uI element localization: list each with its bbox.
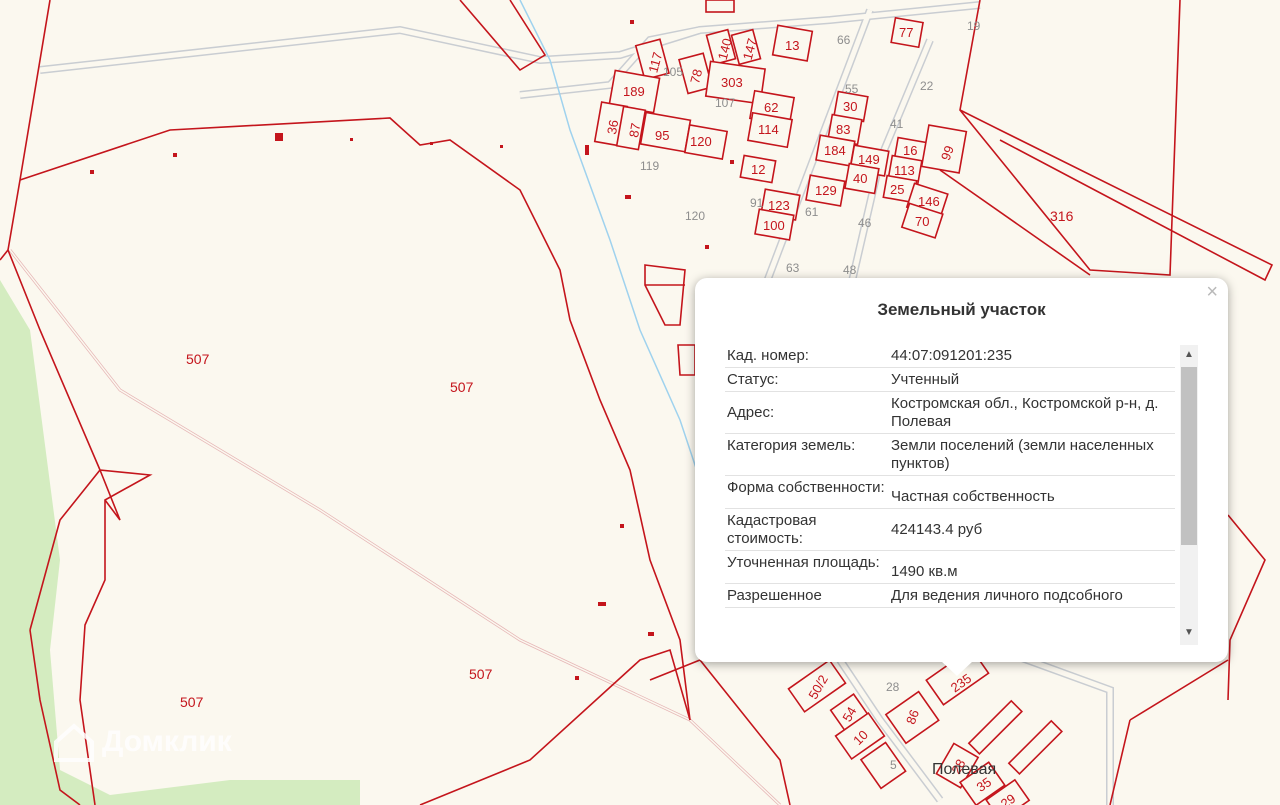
parcel-label: 129	[815, 183, 837, 198]
row-key: Статус:	[725, 367, 889, 392]
scroll-up-icon[interactable]: ▲	[1180, 347, 1198, 363]
parcel-label: 100	[763, 218, 785, 233]
parcel-label: 120	[690, 134, 712, 149]
parcel-label: 87	[626, 122, 643, 139]
scroll-down-icon[interactable]: ▼	[1180, 625, 1198, 641]
house-number: 48	[843, 263, 857, 277]
parcel-label: 25	[890, 182, 904, 197]
house-number: 55	[845, 82, 859, 96]
house-number: 107	[715, 96, 735, 110]
parcel-label: 303	[721, 75, 743, 90]
row-value: 44:07:091201:235	[889, 344, 1175, 368]
house-number: 46	[858, 216, 872, 230]
close-icon[interactable]: ×	[1206, 282, 1218, 302]
parcel-label: 507	[180, 694, 204, 710]
parcel-label: 62	[764, 100, 778, 115]
scrollbar-thumb[interactable]	[1181, 367, 1197, 545]
parcel-label: 30	[843, 99, 857, 114]
house-number: 61	[805, 205, 819, 219]
parcel-label: 12	[751, 162, 765, 177]
house-number: 63	[786, 261, 800, 275]
house-number: 5	[890, 758, 897, 772]
parcel-label: 36	[604, 119, 621, 136]
parcel-label: 123	[768, 198, 790, 213]
watermark-text: Домклик	[102, 725, 232, 758]
parcel-label: 40	[853, 171, 867, 186]
parcel-label: 95	[655, 128, 669, 143]
house-number: 105	[663, 65, 683, 79]
row-value: Костромская обл., Костромской р-н, д. По…	[889, 391, 1175, 434]
house-logo-icon	[54, 723, 94, 762]
parcel-info-popup: × Земельный участок Кад. номер: 44:07:091…	[695, 278, 1228, 676]
parcel-label: 149	[858, 152, 880, 167]
parcel-label: 316	[1050, 208, 1074, 224]
popup-title: Земельный участок	[877, 300, 1046, 319]
street-label: Полевая	[932, 761, 996, 778]
house-number: 19	[967, 19, 981, 33]
table-row: Уточненная площадь: 1490 кв.м	[725, 550, 1175, 584]
parcel-label: 113	[894, 163, 915, 178]
row-value: 1490 кв.м	[889, 550, 1175, 584]
house-number: 66	[837, 33, 851, 47]
info-table: Кад. номер: 44:07:091201:235 Статус: Учтен…	[725, 344, 1175, 608]
table-row: Форма собственности: Частная собственност…	[725, 475, 1175, 509]
table-row: Кад. номер: 44:07:091201:235	[725, 344, 1175, 368]
parcel-label: 83	[836, 122, 850, 137]
parcel-label: 184	[824, 143, 846, 158]
parcel-label: 16	[903, 143, 917, 158]
row-key: Адрес:	[725, 391, 889, 434]
house-number: 28	[886, 680, 900, 694]
row-value: Для ведения личного подсобного	[889, 583, 1175, 608]
row-value: 424143.4 руб	[889, 508, 1175, 551]
parcel-label: 507	[469, 666, 493, 682]
table-row: Кадастровая стоимость: 424143.4 руб	[725, 508, 1175, 551]
parcel-label: 77	[899, 25, 913, 40]
parcel-label: 507	[186, 351, 210, 367]
parcel-label: 13	[785, 38, 799, 53]
parcel-label: 70	[915, 214, 929, 229]
row-key: Разрешенное	[725, 583, 889, 608]
info-table-wrap[interactable]: Кад. номер: 44:07:091201:235 Статус: Учтен…	[725, 344, 1175, 644]
row-key: Форма собственности:	[725, 475, 889, 509]
house-number: 91	[750, 196, 764, 210]
parcel-label: 114	[758, 122, 779, 137]
house-number: 119	[640, 159, 659, 173]
popup-scrollbar[interactable]: ▲ ▼	[1180, 345, 1198, 645]
parcel-label: 146	[918, 194, 940, 209]
parcel-label: 189	[623, 84, 645, 99]
row-value: Частная собственность	[889, 475, 1175, 509]
row-key: Кад. номер:	[725, 344, 889, 368]
table-row: Адрес: Костромская обл., Костромской р-н,…	[725, 391, 1175, 434]
table-row: Разрешенное Для ведения личного подсобног…	[725, 583, 1175, 608]
row-key: Кадастровая стоимость:	[725, 508, 889, 551]
domclick-watermark: Домклик	[52, 720, 232, 764]
parcel-label: 507	[450, 379, 474, 395]
row-value: Земли поселений (земли населенных пункто…	[889, 433, 1175, 476]
row-key: Категория земель:	[725, 433, 889, 476]
house-number: 22	[920, 79, 934, 93]
table-row: Категория земель: Земли поселений (земли …	[725, 433, 1175, 476]
table-row: Статус: Учтенный	[725, 367, 1175, 392]
row-value: Учтенный	[889, 367, 1175, 392]
house-number: 120	[685, 209, 705, 223]
row-key: Уточненная площадь:	[725, 550, 889, 584]
house-number: 41	[890, 117, 904, 131]
